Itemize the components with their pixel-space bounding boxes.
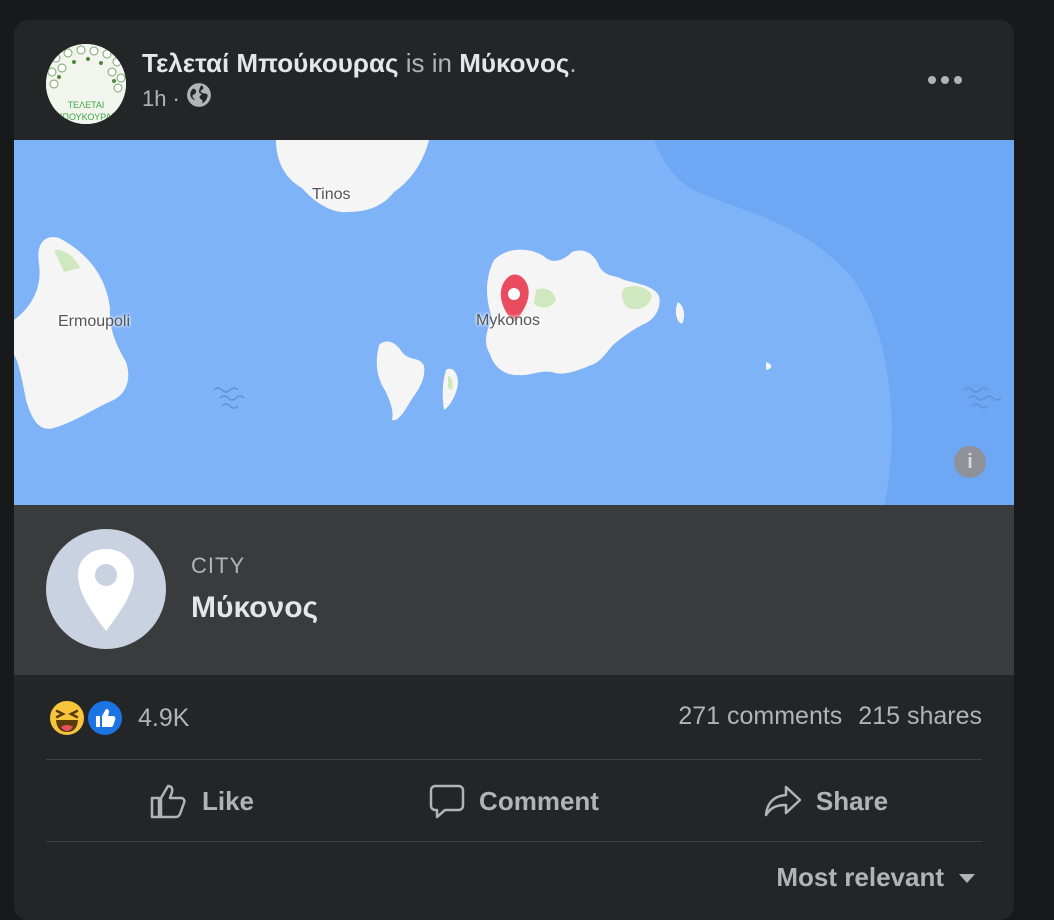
avatar-image: ΤΕΛΕΤΑΙ ΜΠΟΥΚΟΥΡΑΣ (46, 44, 126, 124)
thumbs-up-icon (150, 784, 186, 819)
share-button[interactable]: Share (670, 760, 982, 842)
like-button[interactable]: Like (46, 760, 358, 842)
map-pin-icon (78, 549, 134, 631)
comments-count[interactable]: 271 comments (678, 702, 842, 731)
place-name[interactable]: Μύκονος (191, 591, 318, 625)
place-icon-circle (46, 529, 166, 649)
post-timestamp[interactable]: 1h (142, 84, 166, 114)
svg-text:ΜΠΟΥΚΟΥΡΑΣ: ΜΠΟΥΚΟΥΡΑΣ (55, 112, 117, 122)
globe-icon[interactable] (186, 82, 212, 116)
location-map[interactable]: Tinos Ermoupoli Mykonos i (14, 140, 1014, 505)
more-options-button[interactable] (920, 60, 970, 100)
map-label-mykonos: Mykonos (476, 312, 541, 329)
post-actions: Like Comment Share (46, 760, 982, 842)
post-meta: 1h · (142, 82, 212, 116)
share-arrow-icon (764, 785, 802, 817)
map-label-tinos: Tinos (312, 186, 351, 203)
location-link[interactable]: Μύκονος (459, 48, 569, 78)
map-info-icon[interactable]: i (954, 446, 986, 478)
period-text: . (569, 48, 577, 78)
sort-label: Most relevant (776, 862, 944, 892)
like-label: Like (201, 785, 255, 816)
info-icon-glyph: i (967, 450, 973, 473)
author-name[interactable]: Τελεταί Μπούκουρας (142, 48, 399, 78)
share-label: Share (815, 785, 889, 816)
post-card: ΤΕΛΕΤΑΙ ΜΠΟΥΚΟΥΡΑΣ Τελεταί Μπούκουρας is… (14, 20, 1014, 920)
comment-label: Comment (479, 785, 599, 816)
place-info-bar[interactable]: CITY Μύκονος (14, 505, 1014, 675)
svg-text:ΤΕΛΕΤΑΙ: ΤΕΛΕΤΑΙ (68, 100, 105, 110)
comment-button[interactable]: Comment (358, 760, 670, 842)
haha-reaction-icon (48, 699, 86, 737)
engagement-stats: 271 comments 215 shares (678, 702, 982, 731)
meta-separator: · (172, 86, 180, 111)
map-label-ermoupoli: Ermoupoli (58, 313, 131, 330)
place-type: CITY (191, 553, 246, 578)
reactions-count: 4.9K (138, 703, 190, 732)
reaction-icons (48, 699, 128, 737)
comments-sort-dropdown[interactable]: Most relevant (776, 862, 976, 893)
post-header-line: Τελεταί Μπούκουρας is in Μύκονος. (142, 47, 577, 79)
more-options-icon (928, 76, 962, 84)
caret-down-icon (959, 873, 975, 883)
reactions-summary[interactable]: 4.9K (48, 698, 189, 738)
like-reaction-icon (86, 699, 124, 737)
shares-count[interactable]: 215 shares (858, 702, 982, 731)
page-avatar[interactable]: ΤΕΛΕΤΑΙ ΜΠΟΥΚΟΥΡΑΣ (46, 44, 126, 124)
connector-text: is in (405, 48, 452, 78)
speech-bubble-icon (429, 784, 465, 819)
divider-bottom (46, 841, 982, 842)
